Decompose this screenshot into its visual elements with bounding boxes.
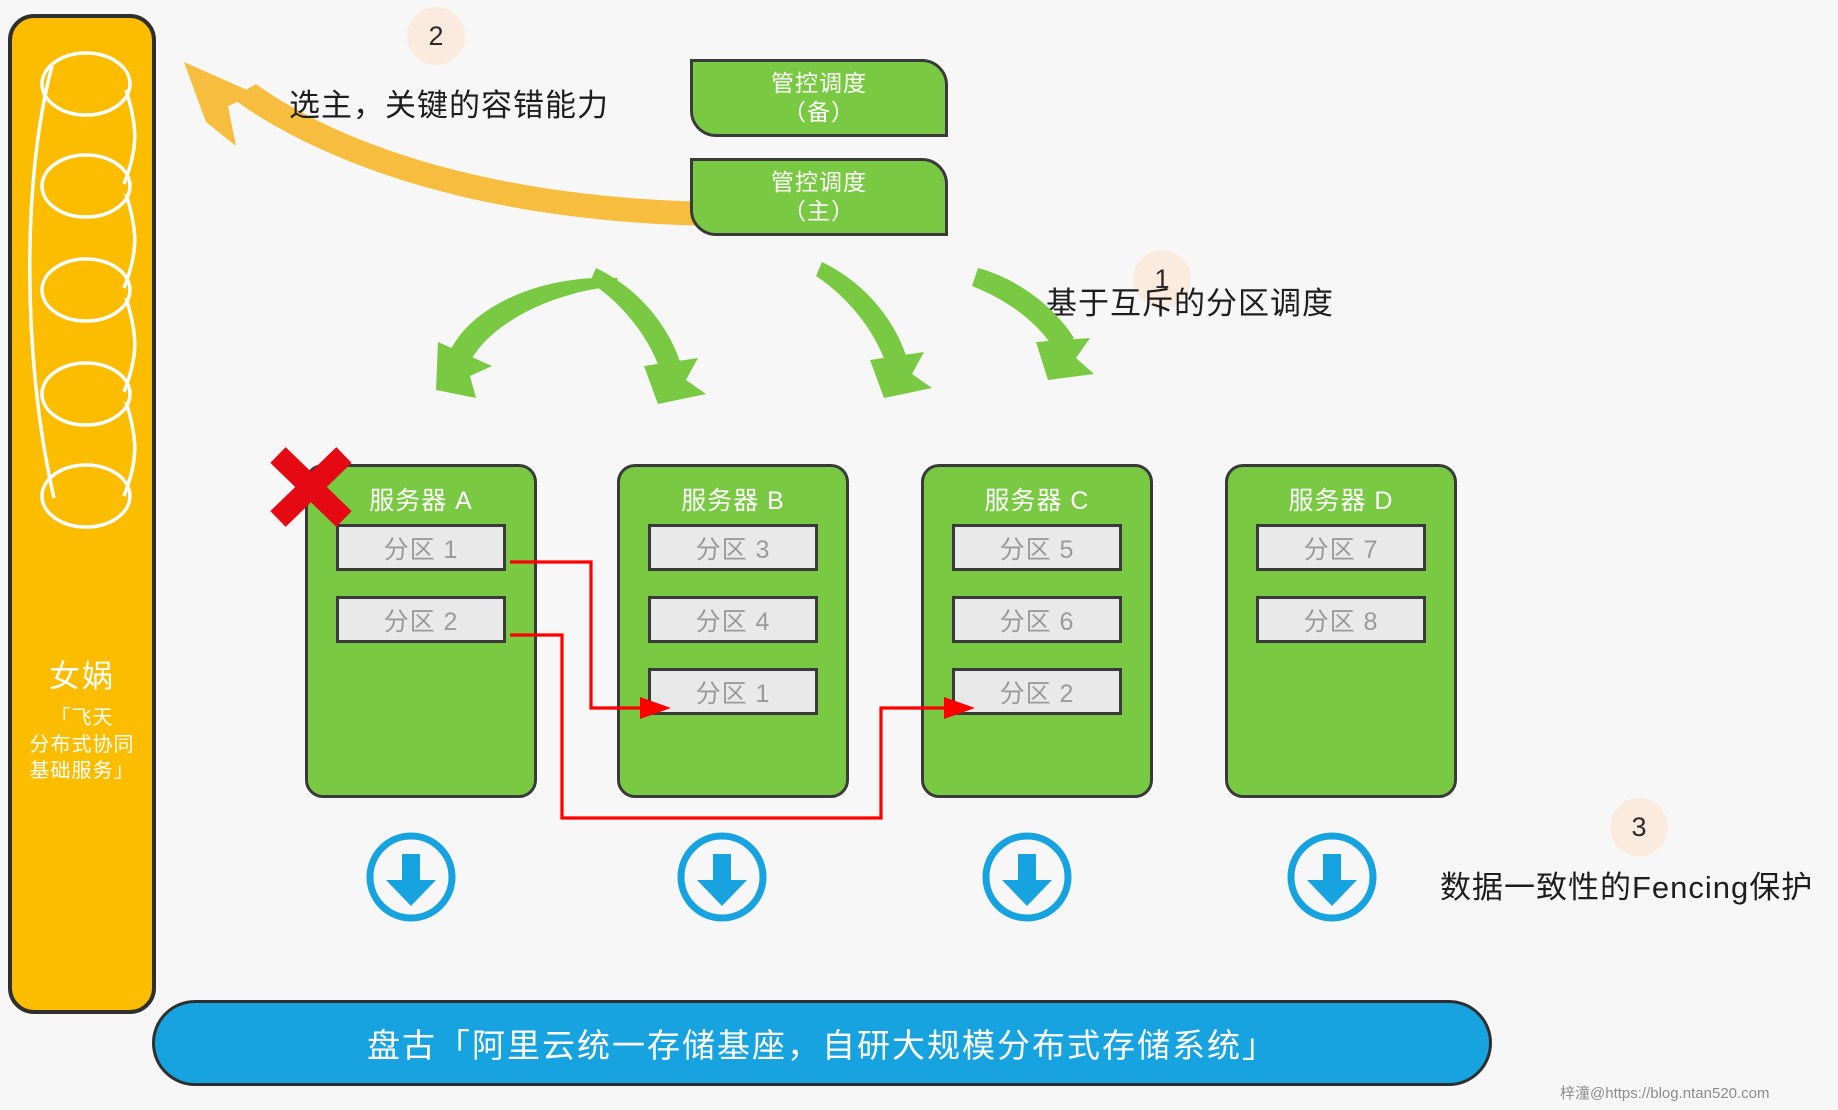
migration-links-group xyxy=(510,560,975,820)
download-arrow-circle-icon[interactable] xyxy=(362,828,460,926)
download-arrow-circle-icon[interactable] xyxy=(1283,828,1381,926)
watermark: 梓潼@https://blog.ntan520.com xyxy=(1560,1085,1770,1102)
annotation-badge-3-number: 3 xyxy=(1631,811,1647,842)
download-arrow-circle-icon[interactable] xyxy=(673,828,771,926)
annotation-text-3: 数据一致性的Fencing保护 xyxy=(1440,870,1814,905)
download-arrow-circle-icon[interactable] xyxy=(978,828,1076,926)
pangu-storage-bar[interactable]: 盘古「阿里云统一存储基座，自研大规模分布式存储系统」 xyxy=(152,1000,1492,1086)
pangu-storage-bar-label: 盘古「阿里云统一存储基座，自研大规模分布式存储系统」 xyxy=(367,1027,1277,1064)
annotation-badge-3: 3 xyxy=(1610,798,1668,856)
diagram-canvas: 女娲 「飞天 分布式协同 基础服务」 2 选主，关键的容错能力 管控调度 （备）… xyxy=(0,0,1838,1110)
